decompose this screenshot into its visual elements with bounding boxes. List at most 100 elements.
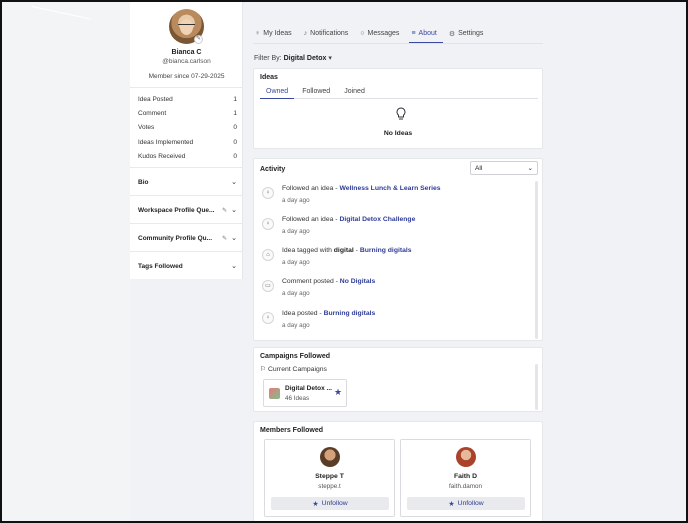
activity-text: Idea tagged with digital - Burning digit… xyxy=(282,247,412,254)
activity-filter-select[interactable]: All ⌄ xyxy=(470,161,538,175)
activity-text: Idea posted - Burning digitals xyxy=(282,310,375,317)
stat-value: 0 xyxy=(233,139,237,146)
chevron-down-icon: ⌄ xyxy=(231,263,237,270)
activity-link[interactable]: Wellness Lunch & Learn Series xyxy=(339,185,440,192)
activity-link[interactable]: Burning digitals xyxy=(360,247,412,254)
tab-label: Messages xyxy=(367,30,400,37)
profile-handle: @bianca.carlson xyxy=(162,58,211,65)
activity-time: a day ago xyxy=(282,322,310,329)
edit-icon[interactable]: ✎ xyxy=(222,236,227,242)
avatar-glasses xyxy=(178,24,195,28)
activity-prefix: Comment posted - xyxy=(282,278,340,285)
activity-prefix: Followed an idea - xyxy=(282,185,340,192)
tab-label: Notifications xyxy=(310,30,349,37)
activity-time: a day ago xyxy=(282,228,310,235)
bulb-icon: ♀ xyxy=(262,218,274,230)
app-frame: ✎ Bianca C @bianca.carlson Member since … xyxy=(0,0,688,523)
activity-link[interactable]: No Digitals xyxy=(340,278,376,285)
gear-icon: ⚙ xyxy=(448,30,456,38)
campaigns-scrollbar[interactable] xyxy=(535,364,538,410)
subtab-joined[interactable]: Joined xyxy=(338,86,371,99)
campaign-card[interactable]: Digital Detox ... 46 Ideas ★ xyxy=(263,379,347,407)
chevron-down-icon: ⌄ xyxy=(231,235,237,242)
filter-dropdown[interactable]: Filter By: Digital Detox ▾ xyxy=(254,54,332,62)
stat-label: Ideas Implemented xyxy=(138,139,194,146)
tags-followed-section-toggle[interactable]: Tags Followed ⌄ xyxy=(138,262,237,271)
subtab-followed[interactable]: Followed xyxy=(296,86,336,99)
stat-votes: Votes 0 xyxy=(138,124,237,131)
campaign-name: Digital Detox ... xyxy=(285,385,332,392)
bell-icon: ♪ xyxy=(303,30,308,37)
stat-label: Comment xyxy=(138,110,167,117)
tab-my-ideas[interactable]: ♀ My Ideas xyxy=(253,24,298,43)
member-card: Faith D faith.damon ★ Unfollow xyxy=(400,439,531,517)
edit-avatar-icon[interactable]: ✎ xyxy=(194,35,203,44)
decorative-line xyxy=(31,6,91,20)
tab-messages[interactable]: ○ Messages xyxy=(358,24,405,43)
campaign-thumbnail xyxy=(269,388,280,399)
tab-notifications[interactable]: ♪ Notifications xyxy=(302,24,355,43)
member-name: Faith D xyxy=(453,473,478,480)
divider xyxy=(130,87,243,88)
section-label: Tags Followed xyxy=(138,262,183,270)
star-icon: ★ xyxy=(448,500,455,508)
edit-icon[interactable]: ✎ xyxy=(222,208,227,214)
member-card: Steppe T steppe.t ★ Unfollow xyxy=(264,439,395,517)
button-label: Unfollow xyxy=(321,500,348,507)
select-value: All xyxy=(475,164,483,172)
star-icon[interactable]: ★ xyxy=(334,387,342,398)
stat-label: Idea Posted xyxy=(138,96,173,103)
stat-value: 0 xyxy=(233,124,237,131)
activity-scrollbar[interactable] xyxy=(535,181,538,339)
stat-comment: Comment 1 xyxy=(138,110,237,117)
activity-prefix: Followed an idea - xyxy=(282,216,340,223)
tab-settings[interactable]: ⚙ Settings xyxy=(447,24,490,43)
stat-value: 1 xyxy=(233,110,237,117)
tag-icon: ⌂ xyxy=(262,249,274,261)
left-background xyxy=(2,2,130,521)
activity-link[interactable]: Digital Detox Challenge xyxy=(339,216,415,223)
unfollow-button[interactable]: ★ Unfollow xyxy=(271,497,389,510)
list-icon: ≡ xyxy=(411,29,416,37)
campaign-count: 46 Ideas xyxy=(285,395,310,402)
stat-value: 1 xyxy=(233,96,237,103)
comment-icon: ▭ xyxy=(262,280,274,292)
workspace-profile-section-toggle[interactable]: Workspace Profile Que... ✎ ⌄ xyxy=(138,206,237,215)
activity-text: Followed an idea - Wellness Lunch & Lear… xyxy=(282,185,441,192)
member-handle: steppe.t xyxy=(318,483,341,490)
chevron-down-icon: ⌄ xyxy=(527,165,533,172)
avatar[interactable] xyxy=(456,447,476,467)
chevron-down-icon: ⌄ xyxy=(231,179,237,186)
divider xyxy=(130,251,243,252)
divider xyxy=(130,195,243,196)
ideas-subtabs: Owned Followed Joined xyxy=(260,86,538,99)
chat-icon: ○ xyxy=(360,30,365,37)
stat-ideas-implemented: Ideas Implemented 0 xyxy=(138,139,237,146)
avatar[interactable] xyxy=(320,447,340,467)
stat-kudos-received: Kudos Received 0 xyxy=(138,153,237,160)
divider xyxy=(130,167,243,168)
section-label: Community Profile Qu... xyxy=(138,234,213,242)
chevron-down-icon: ⌄ xyxy=(231,207,237,214)
unfollow-button[interactable]: ★ Unfollow xyxy=(407,497,525,510)
stat-idea-posted: Idea Posted 1 xyxy=(138,96,237,103)
member-handle: faith.damon xyxy=(449,483,482,490)
activity-card: Activity All ⌄ ♀ Followed an idea - Well… xyxy=(253,158,543,341)
card-title: Campaigns Followed xyxy=(260,353,331,360)
bio-section-toggle[interactable]: Bio ⌄ xyxy=(138,178,237,187)
section-label: Workspace Profile Que... xyxy=(138,206,215,214)
member-since: Member since 07-29-2025 xyxy=(148,73,225,80)
tab-about[interactable]: ≡ About xyxy=(409,24,443,43)
profile-name: Bianca C xyxy=(171,49,202,56)
bulb-icon: ♀ xyxy=(262,312,274,324)
community-profile-section-toggle[interactable]: Community Profile Qu... ✎ ⌄ xyxy=(138,234,237,243)
activity-link[interactable]: Burning digitals xyxy=(324,310,376,317)
tab-label: Settings xyxy=(458,30,484,37)
bulb-icon: ♀ xyxy=(262,187,274,199)
activity-time: a day ago xyxy=(282,259,310,266)
subtab-owned[interactable]: Owned xyxy=(260,86,295,99)
stat-value: 0 xyxy=(233,153,237,160)
campaigns-card: Campaigns Followed ⚐ Current Campaigns D… xyxy=(253,347,543,412)
profile-sidebar: ✎ Bianca C @bianca.carlson Member since … xyxy=(130,2,243,279)
activity-text: Followed an idea - Digital Detox Challen… xyxy=(282,216,415,223)
